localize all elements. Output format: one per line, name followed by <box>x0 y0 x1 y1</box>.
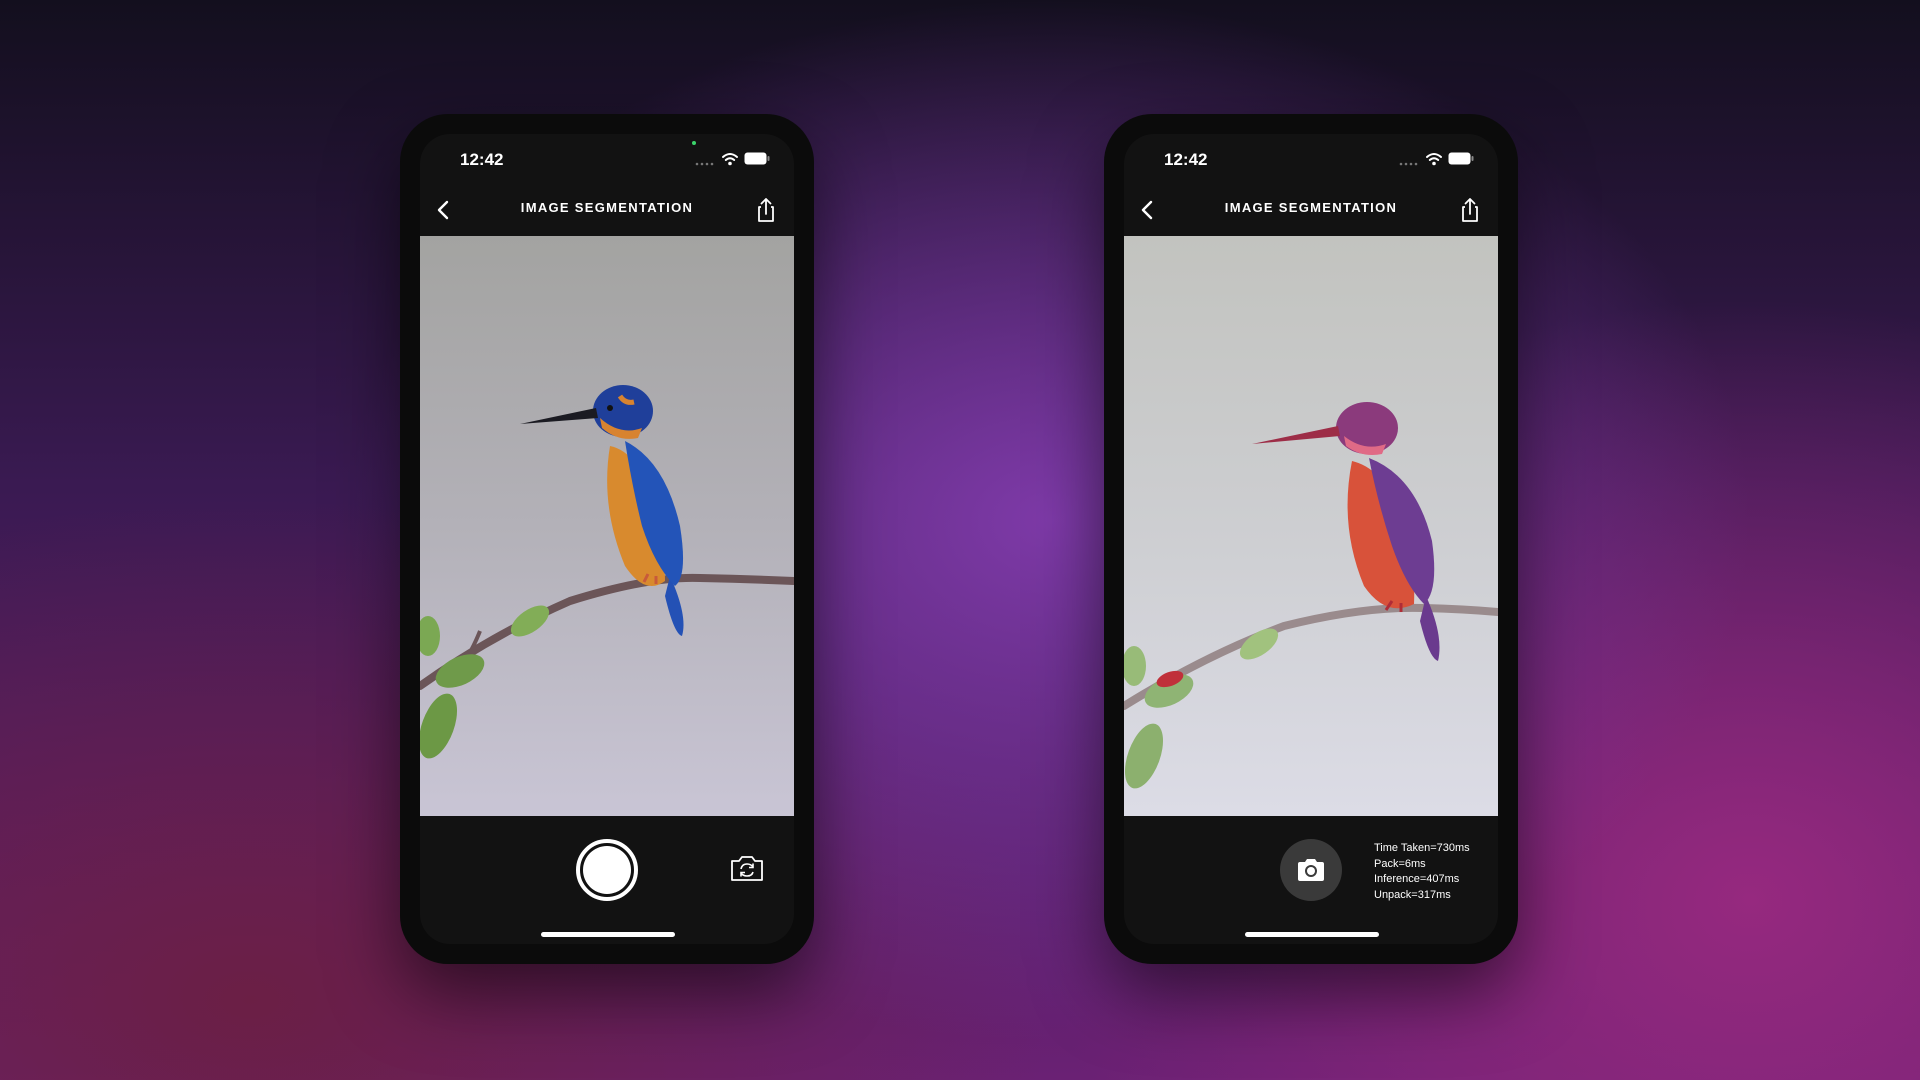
battery-icon <box>1448 152 1474 165</box>
phone-screen: 12:42 IMAGE SEGMENTATION <box>1124 134 1498 944</box>
page-title: IMAGE SEGMENTATION <box>1224 200 1398 215</box>
share-icon[interactable] <box>748 192 784 228</box>
shutter-inner-circle <box>583 846 631 894</box>
home-indicator[interactable] <box>1245 932 1379 937</box>
battery-icon <box>744 152 770 165</box>
metric-pack: Pack=6ms <box>1374 857 1426 870</box>
navigation-bar: IMAGE SEGMENTATION <box>1124 182 1498 236</box>
camera-preview-image <box>420 236 794 816</box>
share-icon[interactable] <box>1452 192 1488 228</box>
status-time: 12:42 <box>1164 150 1208 169</box>
cellular-signal-icon <box>695 162 714 166</box>
wifi-icon <box>722 153 738 166</box>
segmented-result-image <box>1124 236 1498 816</box>
flip-camera-icon[interactable] <box>728 852 766 884</box>
camera-icon <box>1298 859 1324 881</box>
camera-indicator-dot <box>692 141 696 145</box>
wifi-icon <box>1426 153 1442 166</box>
status-bar: 12:42 <box>1124 134 1498 182</box>
navigation-bar: IMAGE SEGMENTATION <box>420 182 794 236</box>
status-time: 12:42 <box>460 150 504 169</box>
camera-controls <box>420 816 794 944</box>
metric-time-taken: Time Taken=730ms <box>1374 842 1470 854</box>
metric-unpack: Unpack=317ms <box>1374 888 1451 901</box>
cellular-signal-icon <box>1399 162 1418 166</box>
status-bar: 12:42 <box>420 134 794 182</box>
phone-segmentation-result: 12:42 IMAGE SEGMENTATION Time Taken=730m… <box>1104 114 1518 964</box>
phone-camera: 12:42 IMAGE SEGMENTATION <box>400 114 814 964</box>
page-title: IMAGE SEGMENTATION <box>520 200 694 215</box>
metric-inference: Inference=407ms <box>1374 873 1460 885</box>
shutter-button[interactable] <box>576 839 638 901</box>
result-controls: Time Taken=730ms Pack=6ms Inference=407m… <box>1124 816 1498 944</box>
home-indicator[interactable] <box>541 932 675 937</box>
camera-button[interactable] <box>1280 839 1342 901</box>
performance-metrics: Time Taken=730ms Pack=6ms Inference=407m… <box>1374 841 1470 903</box>
phone-screen: 12:42 IMAGE SEGMENTATION <box>420 134 794 944</box>
